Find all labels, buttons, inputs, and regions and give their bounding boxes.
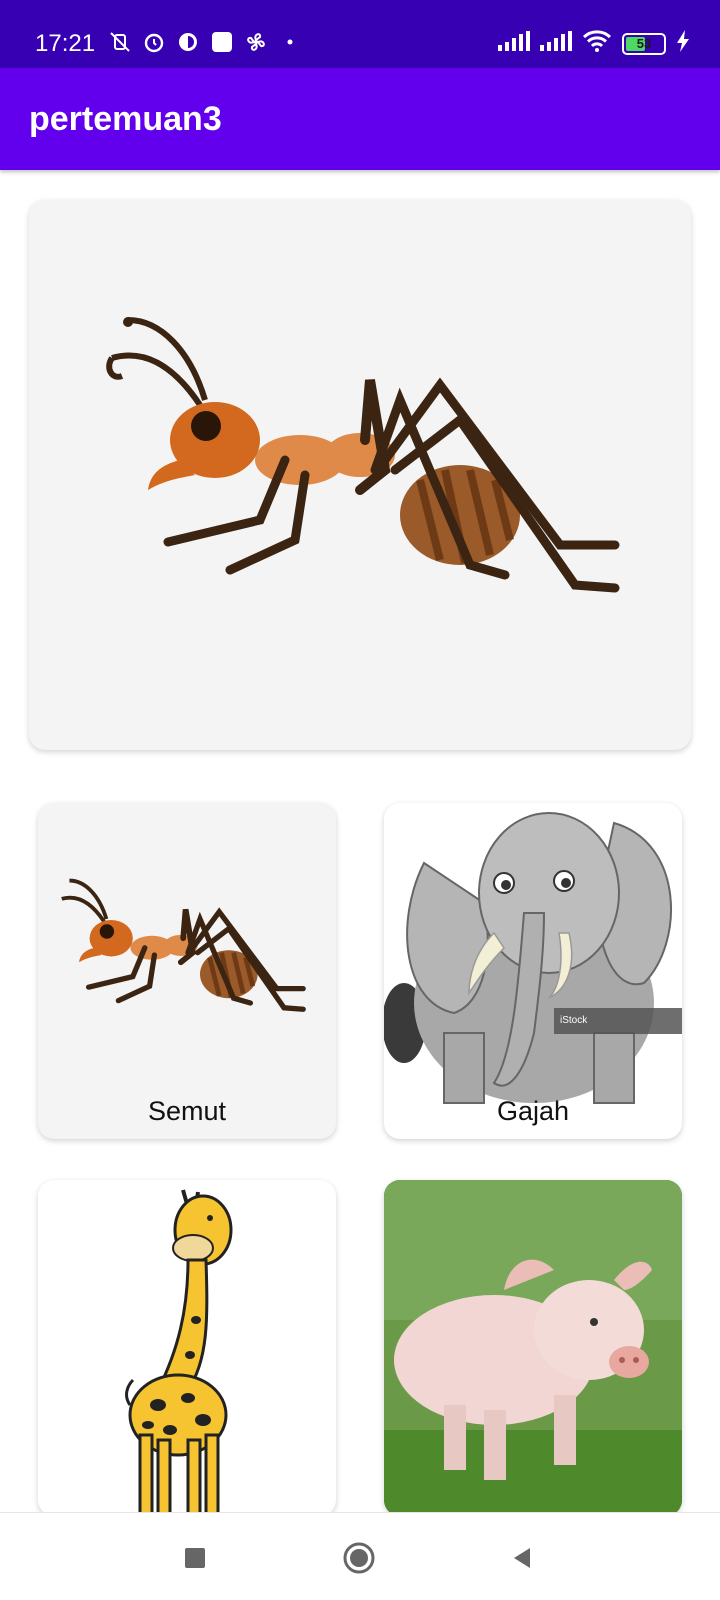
wifi-icon bbox=[582, 30, 612, 57]
hero-image-card[interactable] bbox=[29, 200, 691, 750]
back-icon[interactable] bbox=[505, 1541, 539, 1575]
charging-icon bbox=[676, 30, 690, 57]
app-title: pertemuan3 bbox=[29, 100, 222, 138]
elephant-illustration: iStock bbox=[384, 812, 682, 1104]
signal-icon bbox=[498, 31, 530, 56]
giraffe-illustration bbox=[125, 1189, 233, 1516]
animal-card-giraffe[interactable] bbox=[38, 1180, 336, 1516]
recent-apps-icon[interactable] bbox=[178, 1541, 212, 1575]
status-bar: 17:21 53 bbox=[0, 0, 720, 68]
square-app-icon bbox=[210, 30, 234, 54]
circle-half-icon bbox=[176, 30, 200, 54]
dot-icon bbox=[278, 30, 302, 54]
status-time: 17:21 bbox=[35, 30, 96, 57]
status-right-icons: 53 bbox=[498, 30, 690, 57]
svg-text:iStock: iStock bbox=[560, 1015, 588, 1026]
ant-illustration bbox=[106, 317, 620, 593]
animal-card-semut[interactable]: Semut bbox=[38, 803, 336, 1139]
mute-vibrate-icon bbox=[108, 30, 132, 54]
system-nav-bar bbox=[0, 1512, 720, 1600]
animal-label: Gajah bbox=[496, 1096, 570, 1126]
battery-level: 53 bbox=[636, 35, 652, 51]
home-icon[interactable] bbox=[342, 1541, 376, 1575]
app-bar: pertemuan3 bbox=[0, 68, 720, 170]
fan-icon bbox=[244, 30, 268, 54]
pig-photo bbox=[384, 1180, 682, 1516]
animal-card-pig[interactable] bbox=[384, 1180, 682, 1516]
ant-illustration bbox=[61, 878, 306, 1012]
animal-card-gajah[interactable]: iStock Gajah bbox=[384, 803, 682, 1139]
alarm-icon bbox=[142, 30, 166, 54]
status-left-icons bbox=[108, 30, 302, 54]
animal-label: Semut bbox=[147, 1096, 227, 1126]
battery-icon: 53 bbox=[622, 32, 666, 55]
signal-icon bbox=[540, 31, 572, 56]
